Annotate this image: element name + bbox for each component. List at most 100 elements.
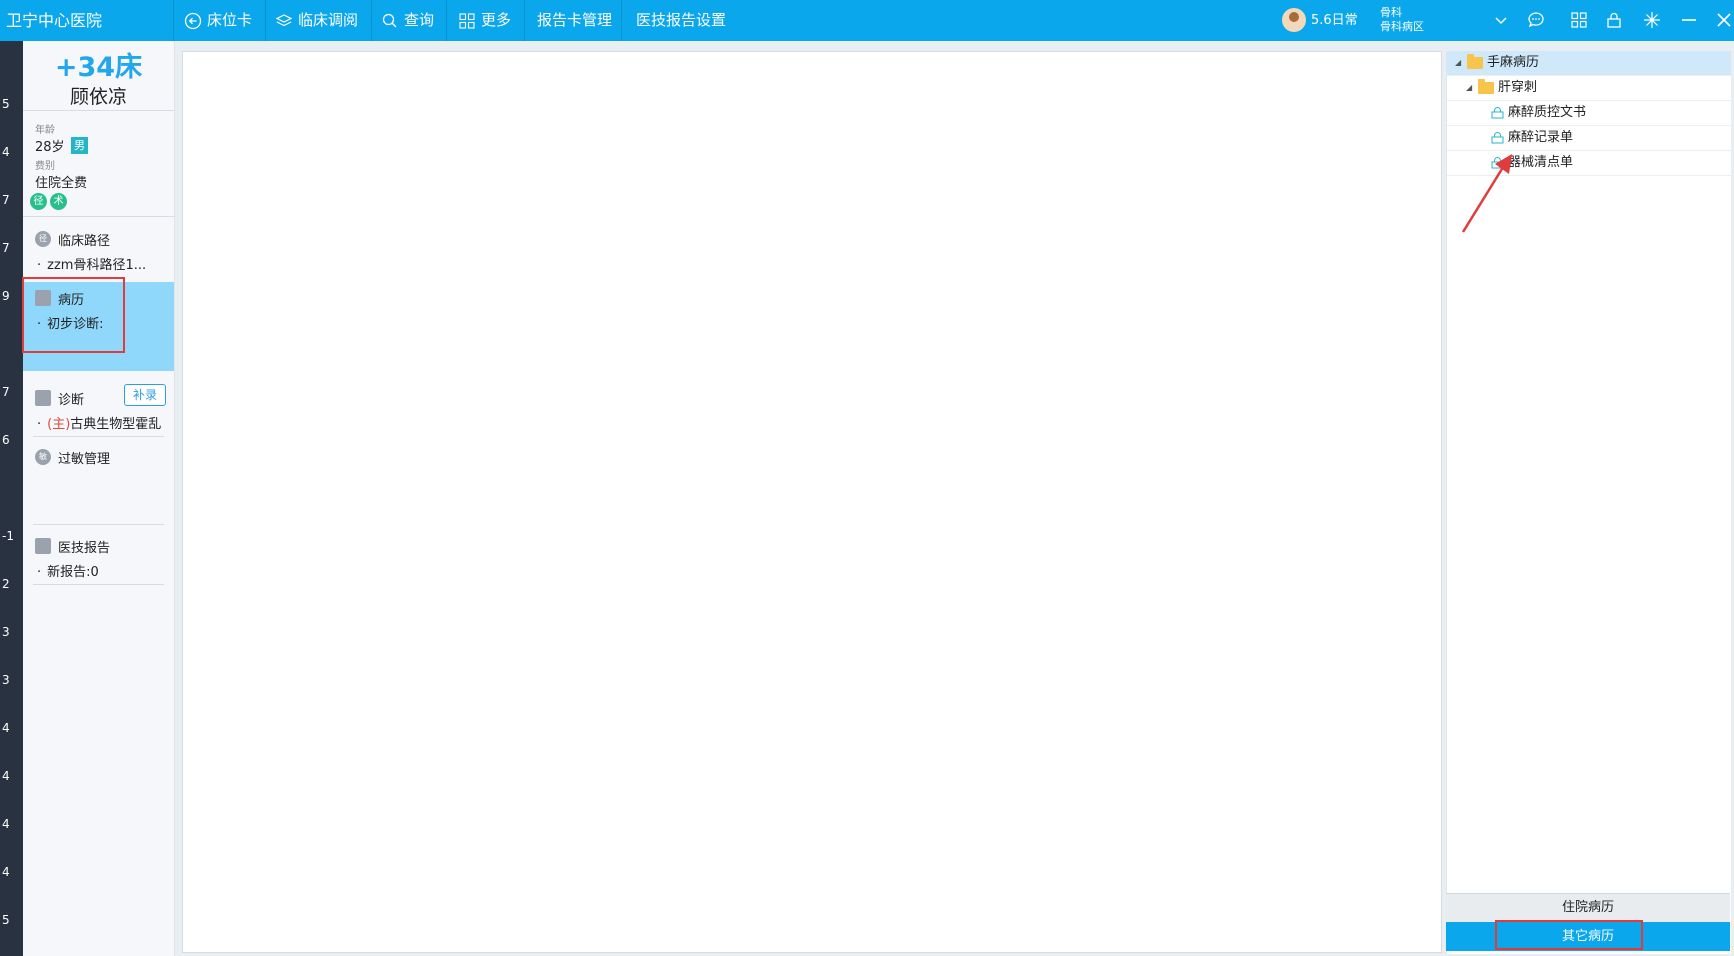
patient-name: 顾依凉 xyxy=(69,86,127,108)
strip-number: 4 xyxy=(2,769,10,783)
strip-number: 4 xyxy=(2,817,10,831)
divider xyxy=(524,0,525,41)
section-title-clinical-pathway[interactable]: 临床路径 xyxy=(58,230,110,249)
avatar[interactable] xyxy=(1282,8,1306,32)
settings-icon[interactable] xyxy=(1642,10,1662,30)
tree-node-root[interactable]: ◢ 手麻病历 xyxy=(1447,51,1731,76)
age-value: 28岁 xyxy=(35,140,65,155)
strip-number: 7 xyxy=(2,241,10,255)
tree-label: 肝穿刺 xyxy=(1498,80,1538,95)
grid-icon xyxy=(459,12,475,29)
nav-label: 医技报告设置 xyxy=(636,11,727,29)
ward-label: 骨科病区 xyxy=(1380,20,1424,33)
primary-tag: (主) xyxy=(47,417,71,432)
strip-number: -1 xyxy=(2,529,14,543)
folder-open-icon xyxy=(1478,79,1494,94)
expand-triangle-icon[interactable]: ◢ xyxy=(1466,76,1472,100)
annotation-arrow xyxy=(1461,154,1512,233)
annotation-box xyxy=(1495,920,1643,950)
hospital-title: 卫宁中心医院 xyxy=(6,11,103,30)
report-item[interactable]: · 新报告:0 xyxy=(37,561,99,580)
nav-clinical-review[interactable]: 临床调阅 xyxy=(275,0,358,41)
lock-icon[interactable] xyxy=(1604,10,1624,30)
folder-open-icon xyxy=(1467,54,1483,69)
strip-number: 2 xyxy=(2,577,10,591)
nav-report-settings[interactable]: 医技报告设置 xyxy=(636,0,726,41)
divider xyxy=(265,0,266,41)
fee-type-value: 住院全费 xyxy=(35,176,88,191)
divider xyxy=(33,524,164,525)
strip-number: 9 xyxy=(2,289,10,303)
tab-inpatient-records[interactable]: 住院病历 xyxy=(1446,893,1730,922)
document-viewer[interactable] xyxy=(182,51,1442,953)
strip-number: 6 xyxy=(2,433,10,447)
allergy-icon: 敏 xyxy=(35,449,51,465)
report-item-text: 新报告:0 xyxy=(47,565,99,580)
bed-number: +34床 xyxy=(54,52,143,83)
divider xyxy=(33,436,164,437)
pathway-icon: 径 xyxy=(35,231,51,247)
nav-label: 临床调阅 xyxy=(298,11,359,29)
tree-label: 麻醉记录单 xyxy=(1508,130,1574,145)
fee-type-label: 费别 xyxy=(35,161,55,172)
tree-node-child[interactable]: ◢ 肝穿刺 xyxy=(1447,76,1731,101)
strip-number: 3 xyxy=(2,625,10,639)
expand-triangle-icon[interactable]: ◢ xyxy=(1455,51,1461,75)
annotation-box xyxy=(22,277,125,353)
document-lock-icon xyxy=(1491,132,1504,144)
tree-label: 手麻病历 xyxy=(1487,55,1540,70)
apps-icon[interactable] xyxy=(1569,10,1589,30)
chevron-down-icon[interactable] xyxy=(1491,10,1511,30)
department-label: 骨科 xyxy=(1380,6,1402,19)
pathway-badge: 径 xyxy=(30,193,47,210)
diagnosis-item-text: 古典生物型霍乱 xyxy=(70,417,162,432)
chat-icon[interactable] xyxy=(1526,10,1546,30)
divider xyxy=(446,0,447,41)
patient-panel: +34床 顾依凉 年龄 28岁 男 费别 住院全费 径 术 径 临床路径 · zz… xyxy=(22,41,175,956)
sex-badge: 男 xyxy=(71,137,88,154)
supplement-button[interactable]: 补录 xyxy=(124,384,166,406)
nav-bed-card[interactable]: 床位卡 xyxy=(184,0,252,41)
nav-query[interactable]: 查询 xyxy=(381,0,434,41)
tree-label: 麻醉质控文书 xyxy=(1508,105,1587,120)
strip-number: 4 xyxy=(2,145,10,159)
strip-number: 7 xyxy=(2,385,10,399)
tree-leaf-document[interactable]: 麻醉记录单 xyxy=(1447,126,1731,151)
nav-more[interactable]: 更多 xyxy=(458,0,511,41)
department-info[interactable]: 骨科 骨科病区 xyxy=(1380,6,1424,34)
divider xyxy=(173,0,174,41)
strip-number: 3 xyxy=(2,673,10,687)
nav-label: 更多 xyxy=(481,11,512,29)
divider xyxy=(23,216,174,217)
pathway-item-text: zzm骨科路径1... xyxy=(47,258,147,273)
section-title-allergy[interactable]: 过敏管理 xyxy=(58,448,110,467)
layers-icon xyxy=(275,13,293,26)
top-bar: 卫宁中心医院 床位卡 临床调阅 查询 更多 报告卡管理 医技报告设置 5.6日常… xyxy=(0,0,1734,41)
section-title-tech-report[interactable]: 医技报告 xyxy=(58,537,110,556)
tree-leaf-document[interactable]: 麻醉质控文书 xyxy=(1447,101,1731,126)
strip-number: 7 xyxy=(2,193,10,207)
minimize-icon[interactable] xyxy=(1679,10,1699,30)
strip-number: 5 xyxy=(2,913,10,927)
bed-list-strip[interactable]: 5 4 7 7 9 7 6 -1 2 3 3 4 4 4 4 5 xyxy=(0,41,23,956)
search-icon xyxy=(382,13,397,27)
diagnosis-icon xyxy=(35,390,51,406)
nav-label: 床位卡 xyxy=(207,11,253,29)
close-icon[interactable] xyxy=(1714,10,1734,30)
divider xyxy=(371,0,372,41)
pathway-item[interactable]: · zzm骨科路径1... xyxy=(37,254,146,273)
age-label: 年龄 xyxy=(35,125,55,136)
divider xyxy=(33,584,164,585)
divider xyxy=(23,110,174,111)
strip-number: 5 xyxy=(2,97,10,111)
back-arrow-icon xyxy=(184,12,202,29)
report-icon xyxy=(35,538,51,554)
strip-number: 4 xyxy=(2,721,10,735)
diagnosis-item[interactable]: · (主)古典生物型霍乱 xyxy=(37,413,161,432)
nav-report-card-management[interactable]: 报告卡管理 xyxy=(537,0,612,41)
nav-label: 报告卡管理 xyxy=(537,11,613,29)
document-lock-icon xyxy=(1491,107,1504,119)
section-title-diagnosis[interactable]: 诊断 xyxy=(58,389,84,408)
divider xyxy=(621,0,622,41)
user-name[interactable]: 5.6日常 xyxy=(1311,0,1358,41)
